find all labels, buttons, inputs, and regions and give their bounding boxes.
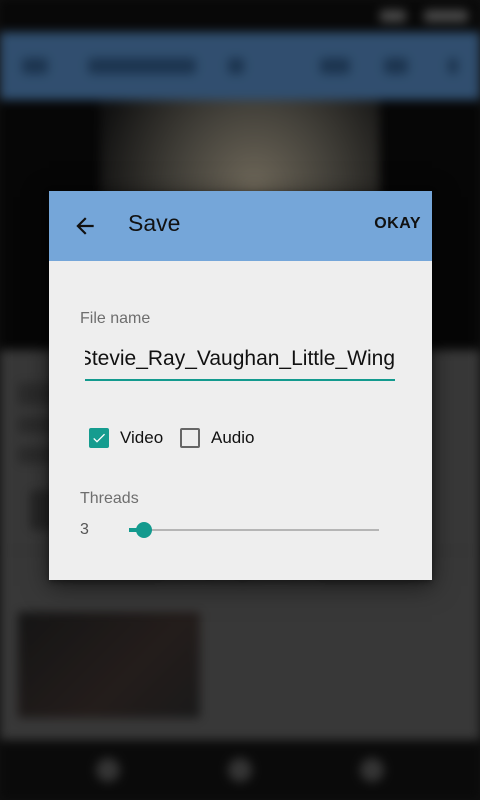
checkbox-unchecked-icon: [180, 428, 200, 448]
audio-checkbox[interactable]: Audio: [180, 425, 254, 451]
threads-slider[interactable]: [129, 522, 379, 538]
okay-button[interactable]: OKAY: [374, 215, 421, 233]
dialog-header: Save OKAY: [49, 191, 432, 261]
threads-label: Threads: [80, 490, 139, 507]
threads-slider-thumb[interactable]: [136, 522, 152, 538]
video-checkbox[interactable]: Video: [89, 425, 163, 451]
checkbox-checked-icon: [89, 428, 109, 448]
threads-value: 3: [80, 521, 89, 538]
dialog-title: Save: [128, 210, 181, 236]
file-name-label: File name: [80, 310, 151, 327]
save-dialog: Save OKAY File name Video Audio Threads …: [49, 191, 432, 580]
audio-label: Audio: [211, 428, 255, 447]
file-name-input[interactable]: [85, 339, 395, 381]
arrow-left-icon: [76, 217, 94, 235]
back-button[interactable]: [67, 208, 103, 244]
video-label: Video: [120, 428, 164, 447]
